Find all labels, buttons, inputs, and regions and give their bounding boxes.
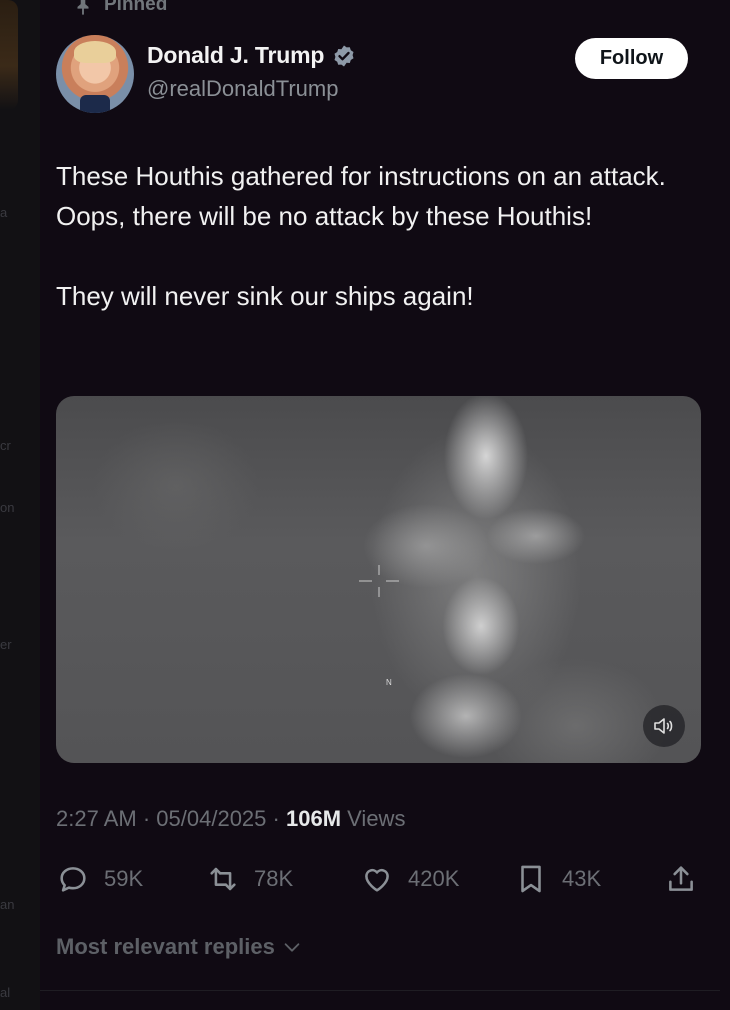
north-marker: N — [386, 678, 392, 687]
bookmark-button[interactable]: 43K — [514, 862, 601, 896]
views-count: 106M — [285, 806, 342, 831]
chevron-down-icon — [284, 943, 300, 952]
share-button[interactable] — [664, 862, 698, 896]
author-name[interactable]: Donald J. Trump — [147, 42, 324, 69]
reply-icon — [60, 867, 86, 892]
background-panel: a cr on er an al — [0, 0, 41, 1010]
tweet-time[interactable]: 2:27 AM — [56, 806, 137, 831]
tweet-paragraph: These Houthis gathered for instructions … — [56, 161, 666, 231]
background-image-fragment — [0, 0, 18, 110]
author-name-row[interactable]: Donald J. Trump — [147, 42, 356, 69]
avatar[interactable] — [56, 35, 134, 113]
speaker-muted-icon — [654, 718, 673, 734]
reply-button[interactable]: 59K — [56, 862, 143, 896]
crosshair-icon — [359, 565, 399, 597]
background-text-fragment: cr — [0, 438, 11, 453]
background-text-fragment: on — [0, 500, 15, 515]
action-bar: 59K 78K 420K 43K — [56, 862, 702, 898]
like-count: 420K — [408, 866, 460, 891]
mute-toggle-button[interactable] — [643, 705, 685, 747]
background-text-fragment: al — [0, 985, 11, 1000]
pinned-indicator: Pinned — [72, 0, 167, 16]
pin-icon — [77, 0, 89, 16]
pinned-label: Pinned — [104, 0, 168, 15]
background-text-fragment: an — [0, 897, 15, 912]
tweet-paragraph: They will never sink our ships again! — [56, 281, 474, 311]
like-button[interactable]: 420K — [360, 862, 459, 896]
divider — [40, 990, 720, 991]
separator: · — [272, 806, 280, 831]
follow-button[interactable]: Follow — [575, 38, 688, 79]
heart-icon — [365, 868, 389, 892]
tweet-metadata: 2:27 AM · 05/04/2025 · 106M Views — [56, 806, 405, 832]
background-text-fragment: a — [0, 205, 8, 220]
share-icon — [669, 866, 693, 891]
replies-sort-dropdown[interactable]: Most relevant replies — [56, 934, 303, 960]
repost-icon — [210, 867, 236, 891]
bookmark-icon — [521, 865, 541, 893]
reply-count: 59K — [104, 866, 144, 891]
verified-badge-icon — [334, 45, 354, 66]
bookmark-count: 43K — [562, 866, 602, 891]
repost-count: 78K — [254, 866, 294, 891]
tweet-text: These Houthis gathered for instructions … — [56, 156, 696, 356]
author-handle[interactable]: @realDonaldTrump — [147, 76, 338, 102]
replies-sort-label: Most relevant replies — [56, 934, 275, 959]
repost-button[interactable]: 78K — [206, 862, 293, 896]
views-label: Views — [347, 806, 406, 831]
video-player[interactable]: N — [56, 396, 701, 763]
background-text-fragment: er — [0, 637, 12, 652]
tweet-date[interactable]: 05/04/2025 — [156, 806, 266, 831]
separator: · — [142, 806, 151, 831]
